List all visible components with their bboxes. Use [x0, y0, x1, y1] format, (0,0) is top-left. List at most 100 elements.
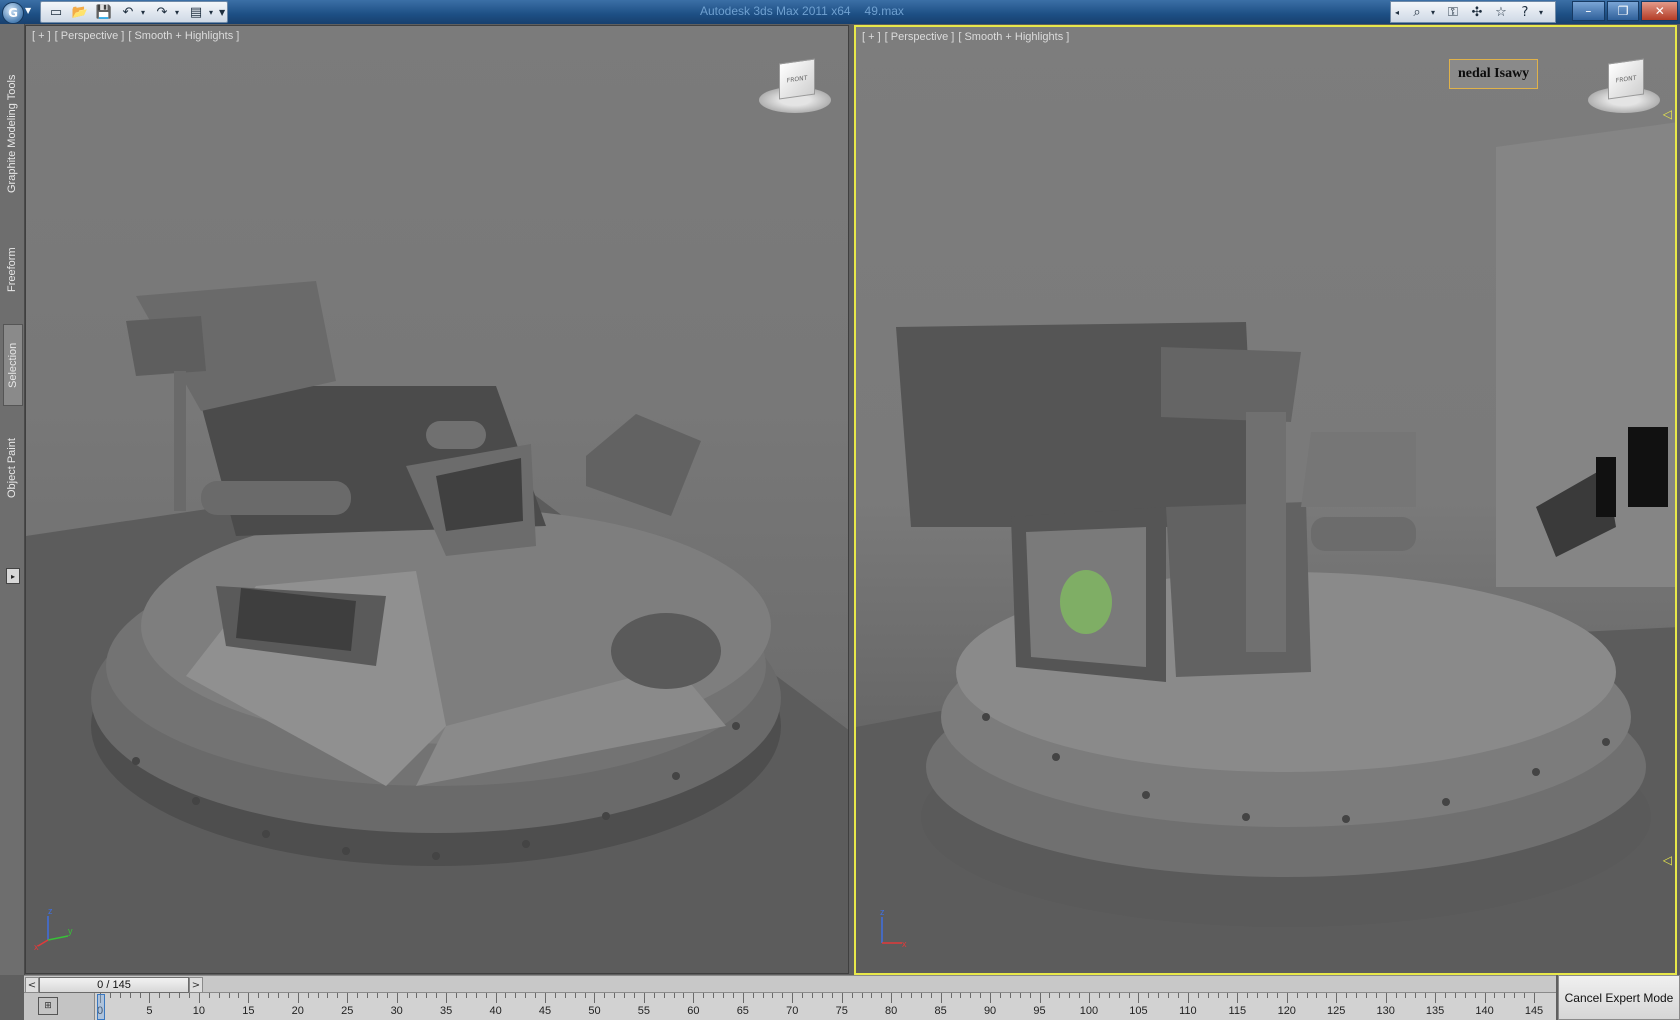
track-bar-tick — [1257, 993, 1259, 998]
viewcube-face[interactable]: FRONT — [1608, 58, 1644, 100]
track-bar-tick — [891, 993, 893, 1003]
track-bar-tick-label: 135 — [1425, 1005, 1445, 1017]
curve-editor-toggle[interactable]: ⊞ — [24, 993, 95, 1020]
track-bar-tick-label: 20 — [291, 1005, 304, 1017]
viewport-shading-label[interactable]: [ Smooth + Highlights ] — [958, 31, 1069, 43]
tab-freeform[interactable]: Freeform — [3, 230, 21, 310]
axis-z-label: z — [48, 906, 53, 916]
track-bar-tick-label: 80 — [885, 1005, 898, 1017]
track-bar-tick — [1059, 993, 1061, 998]
track-bar-tick — [1464, 993, 1466, 998]
viewport-view-label[interactable]: [ Perspective ] — [885, 31, 955, 43]
track-bar-tick — [1237, 993, 1239, 1003]
undo-icon[interactable]: ↶ — [117, 3, 139, 21]
track-bar-tick — [258, 993, 260, 998]
star-icon[interactable]: ☆ — [1491, 3, 1511, 21]
track-bar-tick — [1138, 993, 1140, 1003]
application-button[interactable]: G — [2, 2, 24, 24]
viewport-menu-plus[interactable]: [ + ] — [32, 30, 51, 42]
track-bar-tick — [465, 993, 467, 998]
track-bar-tick-label: 105 — [1129, 1005, 1148, 1017]
time-slider-thumb[interactable]: 0 / 145 — [39, 977, 189, 993]
axis-x-label: x — [902, 939, 907, 949]
track-bar-tick-label: 100 — [1079, 1005, 1099, 1017]
minimize-button[interactable]: – — [1572, 1, 1605, 21]
project-folder-icon[interactable]: ▤ — [185, 3, 207, 21]
track-bar-tick-label: 145 — [1524, 1005, 1544, 1017]
viewport-view-label[interactable]: [ Perspective ] — [55, 30, 125, 42]
info-center-collapse-icon[interactable]: ◂ — [1395, 8, 1403, 17]
application-menu-arrow-icon[interactable]: ▼ — [25, 6, 35, 16]
track-bar-tick — [1207, 993, 1209, 998]
track-bar-tick-label: 45 — [538, 1005, 552, 1017]
satellite-icon[interactable]: ✣ — [1467, 3, 1487, 21]
track-bar-tick — [139, 993, 141, 998]
track-bar-tick — [1444, 993, 1446, 998]
track-bar-tick-label: 85 — [934, 1005, 947, 1017]
track-bar-tick — [1266, 993, 1268, 998]
time-slider-prev-button[interactable]: < — [25, 977, 39, 993]
redo-dropdown-icon[interactable]: ▾ — [175, 8, 183, 17]
track-bar-tick — [723, 993, 725, 998]
track-bar-tick — [1118, 993, 1120, 998]
track-bar-tick — [485, 993, 487, 998]
undo-dropdown-icon[interactable]: ▾ — [141, 8, 149, 17]
new-icon[interactable]: ▭ — [45, 3, 67, 21]
range-marker-top-icon: ◁ — [1662, 107, 1672, 121]
redo-icon[interactable]: ↷ — [151, 3, 173, 21]
viewport-shading-label[interactable]: [ Smooth + Highlights ] — [128, 30, 239, 42]
track-bar-tick-label: 115 — [1228, 1005, 1247, 1017]
tab-object-paint[interactable]: Object Paint — [3, 418, 21, 518]
track-bar-tick — [1069, 993, 1071, 998]
track-bar-tick — [841, 993, 843, 1003]
track-bar-tick — [1098, 993, 1100, 998]
track-bar-tick — [752, 993, 754, 998]
track-bar-tick — [208, 993, 210, 998]
track-bar-tick — [1316, 993, 1318, 998]
track-bar-tick — [495, 993, 497, 1003]
tab-selection[interactable]: Selection — [3, 324, 23, 406]
cancel-expert-mode-button[interactable]: Cancel Expert Mode — [1558, 975, 1680, 1020]
restore-button[interactable]: ❐ — [1606, 1, 1640, 21]
viewport-left[interactable]: [ + ] [ Perspective ][ Smooth + Highlight… — [25, 25, 849, 974]
viewcube-right[interactable]: FRONT — [1588, 58, 1660, 117]
viewport-label-right[interactable]: [ + ] [ Perspective ][ Smooth + Highlight… — [862, 31, 1073, 43]
binoculars-icon[interactable]: ⌕ — [1407, 3, 1427, 21]
viewport-menu-plus[interactable]: [ + ] — [862, 31, 881, 43]
track-bar-tick — [634, 993, 636, 998]
curve-editor-icon[interactable]: ⊞ — [38, 997, 58, 1015]
time-slider-next-button[interactable]: > — [189, 977, 203, 993]
key-icon[interactable]: ⚿ — [1443, 3, 1463, 21]
track-bar[interactable]: ⊞ 0 5 10 15 20 25 30 35 40 45 50 55 60 65 70 75 80 85 90 95… — [24, 993, 1556, 1020]
viewcube-left[interactable]: FRONT — [759, 58, 831, 117]
track-bar-tick — [109, 993, 111, 998]
track-bar-tick — [297, 993, 299, 1003]
save-icon[interactable]: 💾 — [93, 3, 115, 21]
track-bar-tick — [406, 993, 408, 998]
viewcube-face[interactable]: FRONT — [779, 58, 815, 100]
ribbon-expand-icon[interactable]: ▸ — [6, 568, 20, 584]
viewport-right[interactable]: [ + ] [ Perspective ][ Smooth + Highlight… — [854, 25, 1677, 975]
track-bar-tick-label: 120 — [1277, 1005, 1296, 1017]
project-dropdown-icon[interactable]: ▾ — [209, 8, 217, 17]
viewport-label-left[interactable]: [ + ] [ Perspective ][ Smooth + Highlight… — [32, 30, 243, 42]
time-slider[interactable]: < 0 / 145 > — [24, 975, 1556, 993]
track-bar-tick — [762, 993, 764, 998]
help-dropdown-icon[interactable]: ▾ — [1539, 8, 1547, 17]
tab-graphite-modeling-tools[interactable]: Graphite Modeling Tools — [3, 54, 21, 214]
customize-qat-icon[interactable]: ▼ — [219, 8, 227, 17]
track-bar-tick — [1375, 993, 1377, 998]
track-bar-tick — [287, 993, 289, 998]
search-dropdown-icon[interactable]: ▾ — [1431, 8, 1439, 17]
track-bar-tick — [1395, 993, 1397, 998]
track-bar-tick — [812, 993, 814, 998]
track-bar-tick-label: 90 — [983, 1005, 997, 1017]
track-bar-tick — [396, 993, 398, 1003]
current-frame-indicator[interactable] — [97, 994, 105, 1020]
open-icon[interactable]: 📂 — [69, 3, 91, 21]
track-bar-tick-label: 25 — [341, 1005, 354, 1017]
track-bar-tick — [802, 993, 804, 998]
help-icon[interactable]: ? — [1515, 3, 1535, 21]
close-button[interactable]: ✕ — [1641, 1, 1678, 21]
track-bar-tick — [238, 993, 240, 998]
